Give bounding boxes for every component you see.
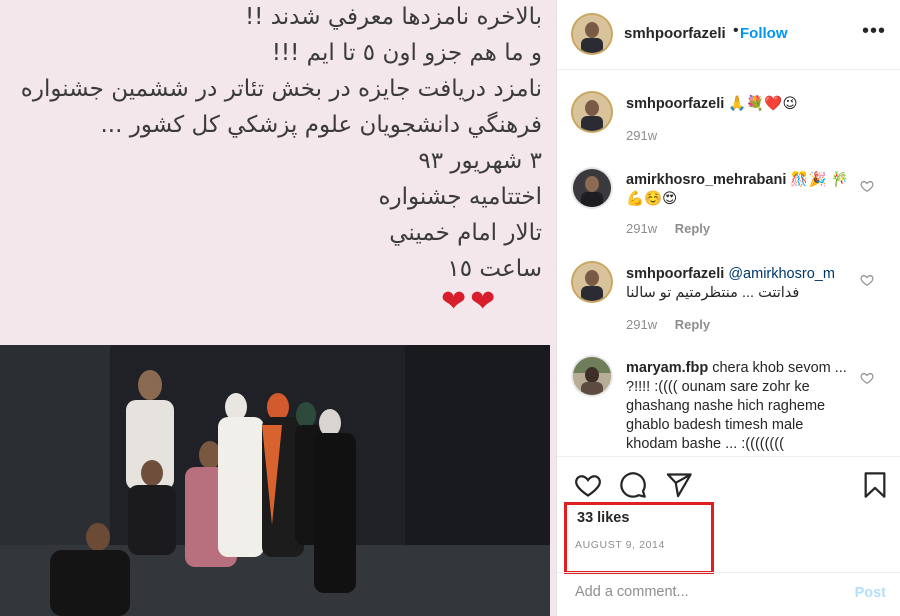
comment-body: smhpoorfazeli @amirkhosro_m فداتتت ... م… [626,265,856,303]
bookmark-icon[interactable] [861,471,889,499]
comment-like-heart-icon[interactable] [860,273,874,287]
comment-username[interactable]: smhpoorfazeli [626,96,724,112]
comment-body: maryam.fbp chera khob sevom ... ?!!!! :(… [626,359,856,454]
comment-time[interactable]: 291w [626,317,657,332]
media-caption-image-text: بالاخره نامزدها معرفي شدند !! و ما هم جز… [0,0,542,288]
share-icon[interactable] [665,471,693,499]
more-options-icon[interactable]: ••• [862,20,886,43]
red-highlight-box [564,502,714,574]
list-item: maryam.fbp chera khob sevom ... ?!!!! :(… [557,355,900,455]
comment-username[interactable]: amirkhosro_mehrabani [626,172,786,188]
comment-username[interactable]: smhpoorfazeli [626,266,724,282]
caption-comment: smhpoorfazeli 🙏💐❤️😉 291w [557,91,900,161]
follow-button[interactable]: Follow [740,25,788,42]
avatar[interactable] [571,13,613,55]
comment-username[interactable]: maryam.fbp [626,360,708,376]
list-item: amirkhosro_mehrabani 🎊🎉 🎋💪☺️😍 291w Reply [557,167,900,247]
caption-line: ٣ شهريور ٩٣ [418,148,542,174]
avatar[interactable] [571,261,613,303]
comment-mention[interactable]: @amirkhosro_m [728,266,835,282]
group-photo [0,345,550,616]
list-item: smhpoorfazeli @amirkhosro_m فداتتت ... م… [557,261,900,341]
post-button[interactable]: Post [855,585,886,601]
comment-text: 🙏💐❤️😉 [724,96,798,112]
comment-icon[interactable] [619,471,647,499]
avatar[interactable] [571,355,613,397]
comment-body: amirkhosro_mehrabani 🎊🎉 🎋💪☺️😍 [626,171,856,209]
post-media[interactable]: بالاخره نامزدها معرفي شدند !! و ما هم جز… [0,0,557,616]
heart-icon[interactable] [574,471,602,499]
caption-line: نامزد دريافت جايزه در بخش تئاتر در ششمين… [20,76,542,102]
comment-input[interactable] [575,584,825,600]
comment-time[interactable]: 291w [626,221,657,236]
separator-dot: • [733,22,739,39]
caption-line: اختتاميه جشنواره [378,184,542,210]
comment-meta: 291w Reply [626,221,710,236]
avatar[interactable] [571,167,613,209]
post-sidebar: smhpoorfazeli • Follow ••• smhpoorfazeli… [557,0,900,616]
red-hearts-icon: ❤❤ [441,285,500,318]
comment-like-heart-icon[interactable] [860,371,874,385]
reply-button[interactable]: Reply [675,317,710,332]
comment-meta: 291w Reply [626,317,710,332]
caption-line: ساعت ١٥ [447,256,542,282]
header-username[interactable]: smhpoorfazeli [624,25,726,42]
comment-body: smhpoorfazeli 🙏💐❤️😉 [626,95,856,114]
caption-line: فرهنگي دانشجويان علوم پزشكي كل كشور ... [100,112,542,138]
comment-text: فداتتت ... منتظرمتیم تو سالنا [626,285,800,301]
avatar[interactable] [571,91,613,133]
caption-line: تالار امام خميني [389,220,542,246]
post-header: smhpoorfazeli • Follow ••• [557,0,900,70]
add-comment-bar: Post [557,572,900,616]
comments-list[interactable]: smhpoorfazeli 🙏💐❤️😉 291w amirkhosro_mehr… [557,71,900,456]
comment-time[interactable]: 291w [626,128,657,143]
caption-line: بالاخره نامزدها معرفي شدند !! [244,4,542,30]
caption-line: و ما هم جزو اون ٥ تا ايم !!! [271,40,542,66]
comment-meta: 291w [626,128,657,143]
reply-button[interactable]: Reply [675,221,710,236]
comment-like-heart-icon[interactable] [860,179,874,193]
